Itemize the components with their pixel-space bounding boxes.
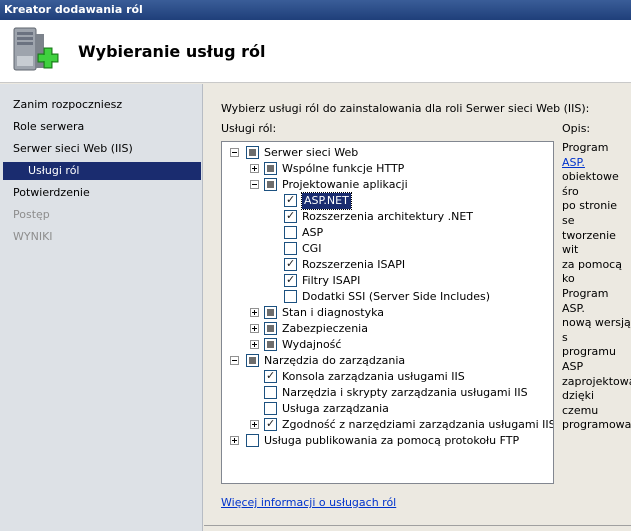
tree-item-label: Wspólne funkcje HTTP: [282, 162, 405, 175]
role-services-tree[interactable]: Serwer sieci Web Wspólne funkcje HTTP Proj…: [221, 141, 554, 484]
tree-item[interactable]: Usługa publikowania za pomocą protokołu …: [222, 433, 553, 449]
sidebar-item-results: WYNIKI: [13, 230, 53, 243]
checkbox[interactable]: [284, 208, 297, 224]
checkbox[interactable]: [284, 226, 297, 239]
tree-item[interactable]: Dodatki SSI (Server Side Includes): [222, 289, 553, 305]
description-line: Program ASP.: [562, 286, 609, 315]
tree-item-label: Serwer sieci Web: [264, 146, 359, 159]
checkbox[interactable]: [264, 338, 277, 351]
checkbox[interactable]: [264, 178, 277, 191]
aspnet-link[interactable]: ASP.: [562, 156, 585, 169]
tree-item-label: Narzędzia do zarządzania: [264, 354, 406, 367]
sidebar-item-role-services[interactable]: Usługi ról: [3, 162, 201, 180]
checkbox[interactable]: [264, 416, 277, 432]
divider: [204, 525, 631, 526]
description-line: zaprojektowa: [562, 374, 631, 388]
sidebar-item-confirmation[interactable]: Potwierdzenie: [13, 184, 90, 202]
tree-item[interactable]: Zgodność z narzędziami zarządzania usług…: [222, 416, 553, 433]
sidebar-item-server-roles[interactable]: Role serwera: [13, 118, 84, 136]
checkbox[interactable]: [284, 192, 297, 208]
checkbox[interactable]: [246, 146, 259, 159]
collapse-icon[interactable]: [250, 180, 259, 189]
expand-icon[interactable]: [250, 308, 259, 317]
tree-item[interactable]: Zabezpieczenia: [222, 321, 553, 337]
tree-item-label: Wydajność: [282, 338, 342, 351]
sidebar-item-progress: Postęp: [13, 208, 50, 221]
description-line: dzięki czemu: [562, 389, 599, 417]
main-content: Wybierz usługi ról do zainstalowania dla…: [204, 84, 631, 531]
tree-item-label: Projektowanie aplikacji: [282, 178, 408, 191]
tree-item[interactable]: Rozszerzenia architektury .NET: [222, 208, 553, 225]
tree-item-label: Narzędzia i skrypty zarządzania usługami…: [282, 386, 528, 399]
tree-item-label: CGI: [302, 242, 322, 255]
instruction-text: Wybierz usługi ról do zainstalowania dla…: [221, 102, 590, 115]
sidebar-item-web-server[interactable]: Serwer sieci Web (IIS): [13, 140, 133, 158]
tree-item[interactable]: Konsola zarządzania usługami IIS: [222, 368, 553, 385]
expand-icon[interactable]: [250, 164, 259, 173]
checkbox[interactable]: [264, 386, 277, 399]
description-line: programowan: [562, 418, 631, 431]
expand-icon[interactable]: [250, 324, 259, 333]
checkbox[interactable]: [264, 162, 277, 175]
wizard-header: Wybieranie usług ról: [0, 20, 631, 83]
checkbox[interactable]: [284, 242, 297, 255]
checkbox[interactable]: [264, 322, 277, 335]
description-line: Program ASP.: [562, 141, 631, 170]
tree-item[interactable]: Serwer sieci Web: [222, 145, 553, 161]
window-title: Kreator dodawania ról: [0, 0, 631, 20]
tree-item-label: Konsola zarządzania usługami IIS: [282, 370, 465, 383]
tree-item[interactable]: Usługa zarządzania: [222, 401, 553, 417]
checkbox[interactable]: [246, 434, 259, 447]
tree-item[interactable]: ASP.NET: [222, 192, 553, 210]
description-line: po stronie se: [562, 199, 618, 227]
tree-item[interactable]: CGI: [222, 241, 553, 257]
tree-item-label: Zgodność z narzędziami zarządzania usług…: [282, 418, 553, 431]
collapse-icon[interactable]: [230, 148, 239, 157]
expand-icon[interactable]: [230, 436, 239, 445]
description-text: Program: [562, 141, 609, 154]
tree-item-label: Rozszerzenia ISAPI: [302, 258, 406, 271]
server-add-icon: [13, 27, 59, 71]
checkbox[interactable]: [264, 402, 277, 415]
tree-item-label: Rozszerzenia architektury .NET: [302, 210, 474, 223]
collapse-icon[interactable]: [230, 356, 239, 365]
checkbox[interactable]: [284, 256, 297, 272]
description-line: za pomocą ko: [562, 257, 622, 286]
checkbox[interactable]: [284, 272, 297, 288]
description-line: tworzenie wit: [562, 228, 616, 257]
tree-item-label: Dodatki SSI (Server Side Includes): [302, 290, 491, 303]
tree-item[interactable]: Wspólne funkcje HTTP: [222, 161, 553, 177]
tree-item-label: ASP: [302, 226, 324, 239]
description-panel: Program ASP. obiektowe śro po stronie se tw…: [562, 141, 631, 431]
description-line: obiektowe śro: [562, 170, 619, 198]
more-info-link[interactable]: Więcej informacji o usługach ról: [221, 496, 396, 509]
checkbox[interactable]: [246, 354, 259, 367]
description-label: Opis:: [562, 122, 591, 135]
checkbox[interactable]: [264, 306, 277, 319]
tree-item-label: Filtry ISAPI: [302, 274, 361, 287]
checkbox[interactable]: [284, 290, 297, 303]
expand-icon[interactable]: [250, 340, 259, 349]
description-line: programu ASP: [562, 345, 616, 373]
tree-item-label: Usługa publikowania za pomocą protokołu …: [264, 434, 520, 447]
tree-item-label: Zabezpieczenia: [282, 322, 368, 335]
description-line: nową wersją s: [562, 316, 631, 344]
tree-item-label: Stan i diagnostyka: [282, 306, 384, 319]
role-services-label: Usługi ról:: [221, 122, 277, 135]
expand-icon[interactable]: [250, 420, 259, 429]
tree-item-label: Usługa zarządzania: [282, 402, 389, 415]
tree-item[interactable]: Narzędzia i skrypty zarządzania usługami…: [222, 385, 553, 401]
tree-item-label: ASP.NET: [301, 192, 352, 210]
tree-item[interactable]: Narzędzia do zarządzania: [222, 353, 553, 369]
page-title: Wybieranie usług ról: [78, 42, 266, 61]
tree-item[interactable]: Wydajność: [222, 337, 553, 353]
tree-item[interactable]: Filtry ISAPI: [222, 272, 553, 289]
sidebar-item-before-you-begin[interactable]: Zanim rozpoczniesz: [13, 96, 122, 114]
tree-item[interactable]: Stan i diagnostyka: [222, 305, 553, 321]
wizard-sidebar: Zanim rozpoczniesz Role serwera Serwer s…: [0, 84, 203, 531]
tree-item[interactable]: Rozszerzenia ISAPI: [222, 256, 553, 273]
checkbox[interactable]: [264, 368, 277, 384]
tree-item[interactable]: ASP: [222, 225, 553, 241]
tree-item[interactable]: Projektowanie aplikacji: [222, 177, 553, 193]
